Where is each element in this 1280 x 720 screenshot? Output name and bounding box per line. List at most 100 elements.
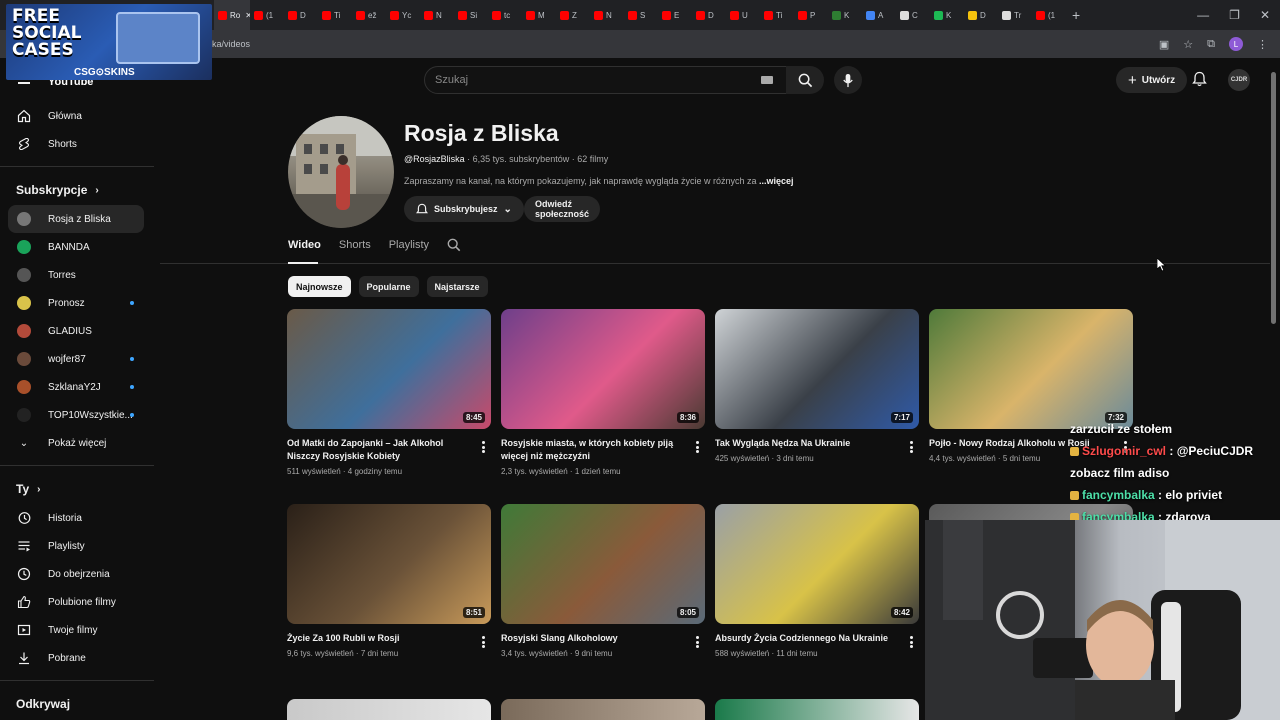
video-title[interactable]: Od Matki do Zapojanki – Jak Alkohol Nisz… xyxy=(287,437,491,463)
sidebar-item-like[interactable]: Polubione filmy xyxy=(0,588,154,616)
video-title[interactable]: Tak Wygląda Nędza Na Ukrainie xyxy=(715,437,919,450)
sidebar-subscription-item[interactable]: Rosja z Bliska xyxy=(8,205,144,233)
browser-tab[interactable]: Ti xyxy=(318,0,352,30)
browser-tab[interactable]: Ti xyxy=(760,0,794,30)
tab-shorts[interactable]: Shorts xyxy=(339,239,371,251)
search-input[interactable]: Szukaj xyxy=(424,66,788,94)
video-thumbnail[interactable]: 7:17 xyxy=(715,309,919,429)
close-window-icon[interactable]: ✕ xyxy=(1260,8,1270,22)
tab-videos[interactable]: Wideo xyxy=(288,239,321,251)
video-more-icon[interactable] xyxy=(691,634,703,650)
video-more-icon[interactable] xyxy=(477,439,489,455)
minimize-icon[interactable]: — xyxy=(1197,8,1209,22)
chip-popular[interactable]: Popularne xyxy=(358,276,419,297)
browser-tab[interactable]: tc xyxy=(488,0,522,30)
browser-tab[interactable]: M xyxy=(522,0,556,30)
subscribed-button[interactable]: Subskrybujesz ⌄ xyxy=(404,196,524,222)
page-scrollbar[interactable] xyxy=(1271,72,1276,324)
browser-tab[interactable]: A xyxy=(862,0,896,30)
visit-community-button[interactable]: Odwiedź społeczność xyxy=(524,196,601,222)
channel-description[interactable]: Zapraszamy na kanał, na którym pokazujem… xyxy=(404,176,794,186)
video-thumbnail[interactable] xyxy=(501,699,705,720)
video-more-icon[interactable] xyxy=(905,439,917,455)
video-title[interactable]: Rosyjskie miasta, w których kobiety piją… xyxy=(501,437,705,463)
video-thumbnail[interactable]: 8:36 xyxy=(501,309,705,429)
sidebar-subscription-item[interactable]: BANNDA xyxy=(0,233,154,261)
browser-tab[interactable]: P xyxy=(794,0,828,30)
video-title[interactable]: Życie Za 100 Rubli w Rosji xyxy=(287,632,491,645)
channel-search-icon[interactable] xyxy=(447,238,461,252)
video-thumbnail[interactable]: 8:51 xyxy=(287,504,491,624)
sidebar-item-home[interactable]: Główna xyxy=(0,102,154,130)
description-more-link[interactable]: ...więcej xyxy=(759,176,794,186)
video-title[interactable]: Rosyjski Slang Alkoholowy xyxy=(501,632,705,645)
video-card[interactable]: 8:05 Rosyjski Slang Alkoholowy 3,4 tys. wy… xyxy=(501,504,705,658)
sidebar-subscription-item[interactable]: Torres xyxy=(0,261,154,289)
video-card[interactable]: 8:42 Absurdy Życia Codziennego Na Ukraini… xyxy=(715,504,919,658)
sidebar-subscription-item[interactable]: wojfer87 xyxy=(0,345,154,373)
sidebar-item-history[interactable]: Historia xyxy=(0,504,154,532)
browser-tab[interactable]: E xyxy=(658,0,692,30)
browser-tab[interactable]: D xyxy=(692,0,726,30)
chip-oldest[interactable]: Najstarsze xyxy=(426,276,488,297)
browser-tab[interactable]: N xyxy=(420,0,454,30)
video-card[interactable] xyxy=(715,699,919,720)
sidebar-item-shorts[interactable]: Shorts xyxy=(0,130,154,158)
browser-tab[interactable]: Tr xyxy=(998,0,1032,30)
video-card[interactable] xyxy=(287,699,491,720)
browser-tab[interactable]: N xyxy=(590,0,624,30)
keyboard-icon[interactable] xyxy=(761,76,773,84)
browser-tab[interactable]: C xyxy=(896,0,930,30)
browser-tab[interactable]: D xyxy=(284,0,318,30)
browser-tab[interactable]: Z xyxy=(556,0,590,30)
sidebar-subscription-item[interactable]: SzklanaY2J xyxy=(0,373,154,401)
account-avatar[interactable]: CJDR xyxy=(1228,69,1250,91)
voice-search-button[interactable] xyxy=(834,66,862,94)
browser-tab[interactable]: ež xyxy=(352,0,386,30)
browser-tab[interactable]: (1 xyxy=(1032,0,1066,30)
browser-profile-avatar[interactable]: L xyxy=(1229,37,1243,51)
browser-tab[interactable]: Ro ✕ xyxy=(214,0,250,30)
video-thumbnail[interactable] xyxy=(287,699,491,720)
browser-tab[interactable]: Yc xyxy=(386,0,420,30)
new-tab-button[interactable]: + xyxy=(1066,7,1086,23)
channel-avatar[interactable] xyxy=(288,116,394,228)
video-thumbnail[interactable]: 8:45 xyxy=(287,309,491,429)
video-more-icon[interactable] xyxy=(905,634,917,650)
video-more-icon[interactable] xyxy=(477,634,489,650)
notifications-bell-icon[interactable] xyxy=(1192,71,1207,92)
show-more-button[interactable]: ⌄ Pokaż więcej xyxy=(0,429,154,457)
tab-playlists[interactable]: Playlisty xyxy=(389,239,429,251)
search-button[interactable] xyxy=(786,66,824,94)
create-button[interactable]: + Utwórz xyxy=(1116,67,1188,93)
browser-tab[interactable]: D xyxy=(964,0,998,30)
sidebar-item-download[interactable]: Pobrane xyxy=(0,644,154,672)
subscriptions-heading[interactable]: Subskrypcje › xyxy=(0,175,154,205)
sidebar-subscription-item[interactable]: Pronosz xyxy=(0,289,154,317)
sidebar-item-your-videos[interactable]: Twoje filmy xyxy=(0,616,154,644)
video-thumbnail[interactable]: 8:42 xyxy=(715,504,919,624)
browser-tab[interactable]: K xyxy=(930,0,964,30)
browser-tab[interactable]: S xyxy=(624,0,658,30)
extensions-icon[interactable]: ⧉ xyxy=(1207,38,1215,51)
video-thumbnail[interactable]: 7:32 xyxy=(929,309,1133,429)
browser-tab[interactable]: U xyxy=(726,0,760,30)
sidebar-item-playlist[interactable]: Playlisty xyxy=(0,532,154,560)
browser-tab[interactable]: (1 xyxy=(250,0,284,30)
browser-menu-icon[interactable]: ⋮ xyxy=(1257,38,1268,51)
video-thumbnail[interactable] xyxy=(715,699,919,720)
sidebar-item-watch-later[interactable]: Do obejrzenia xyxy=(0,560,154,588)
video-card[interactable]: 8:36 Rosyjskie miasta, w których kobiety … xyxy=(501,309,705,476)
video-card[interactable]: 8:45 Od Matki do Zapojanki – Jak Alkohol … xyxy=(287,309,491,476)
sidebar-subscription-item[interactable]: GLADIUS xyxy=(0,317,154,345)
sidebar-subscription-item[interactable]: TOP10Wszystkie... xyxy=(0,401,154,429)
video-thumbnail[interactable]: 8:05 xyxy=(501,504,705,624)
video-card[interactable]: 8:51 Życie Za 100 Rubli w Rosji 9,6 tys. w… xyxy=(287,504,491,658)
restore-icon[interactable]: ❐ xyxy=(1229,8,1240,22)
chip-newest[interactable]: Najnowsze xyxy=(288,276,351,297)
browser-tab[interactable]: Si xyxy=(454,0,488,30)
you-heading[interactable]: Ty › xyxy=(0,474,154,504)
bookmark-star-icon[interactable]: ☆ xyxy=(1183,38,1193,51)
video-card[interactable] xyxy=(501,699,705,720)
video-card[interactable]: 7:17 Tak Wygląda Nędza Na Ukrainie 425 wyś… xyxy=(715,309,919,463)
